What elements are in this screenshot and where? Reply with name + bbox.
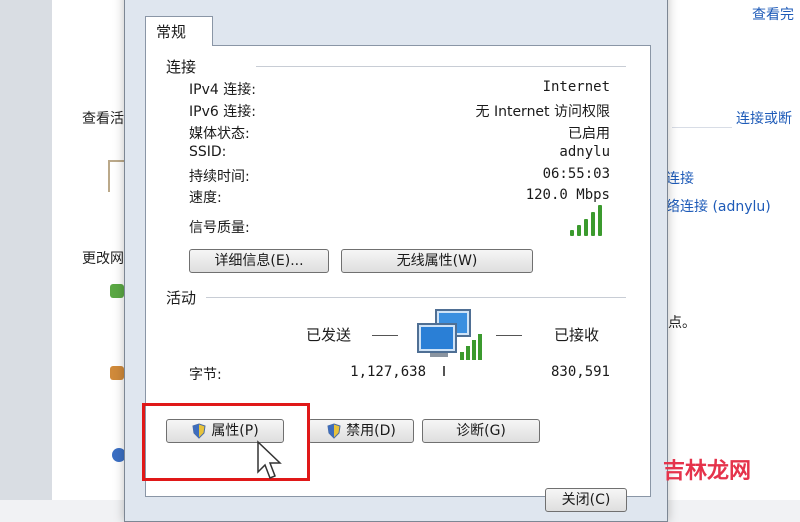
uac-shield-icon (327, 423, 341, 439)
change-settings-label: 更改网 (82, 251, 124, 267)
connection-group-title: 连接 (166, 58, 197, 76)
bytes-received-value: 830,591 (550, 364, 610, 380)
disable-label: 禁用(D) (346, 423, 396, 439)
received-dash (496, 335, 522, 336)
signal-quality-label: 信号质量: (189, 220, 250, 236)
signal-strength-icon (570, 204, 610, 236)
bytes-label: 字节: (189, 367, 222, 383)
description-text: 点。 (668, 315, 696, 331)
activity-group-line (206, 297, 626, 298)
wireless-properties-button[interactable]: 无线属性(W) (341, 249, 533, 273)
received-label: 已接收 (554, 326, 600, 344)
connect-disconnect-link[interactable]: 连接或断 (736, 108, 792, 128)
ipv6-label: IPv6 连接: (189, 104, 256, 120)
left-margin (0, 0, 52, 500)
ipv6-value: 无 Internet 访问权限 (475, 104, 611, 120)
media-state-value: 已启用 (568, 126, 610, 142)
watermark-part1: 吉林 (663, 459, 708, 484)
ssid-label: SSID: (189, 144, 227, 160)
duration-value: 06:55:03 (542, 166, 610, 182)
view-active-networks-label: 查看活 (82, 111, 124, 127)
ipv4-value: Internet (542, 79, 610, 95)
duration-label: 持续时间: (189, 169, 250, 185)
speed-value: 120.0 Mbps (525, 187, 610, 203)
disable-button[interactable]: 禁用(D) (308, 419, 414, 443)
close-button[interactable]: 关闭(C) (545, 488, 627, 512)
media-state-label: 媒体状态: (189, 126, 250, 142)
watermark-logo: 吉林龙网 (663, 453, 751, 485)
connection-link[interactable]: 连接 (666, 168, 694, 188)
activity-group-title: 活动 (166, 289, 197, 307)
ssid-value: adnylu (559, 144, 610, 160)
homegroup-icon (110, 366, 124, 380)
divider (672, 127, 732, 128)
bytes-sent-value: 1,127,638 (350, 364, 426, 380)
watermark-part2: 龙网 (707, 459, 752, 484)
details-button[interactable]: 详细信息(E)... (189, 249, 329, 273)
mouse-cursor-icon (257, 440, 282, 479)
sent-dash (372, 335, 398, 336)
speed-label: 速度: (189, 190, 222, 206)
computer-network-icon (416, 308, 496, 382)
view-complete-map-link[interactable]: 查看完 (752, 4, 794, 24)
ipv4-label: IPv4 连接: (189, 82, 256, 98)
tab-general[interactable]: 常规 (145, 16, 213, 46)
diagnose-button[interactable]: 诊断(G) (422, 419, 540, 443)
network-setup-icon (110, 284, 124, 298)
connection-group-line (256, 66, 626, 67)
sent-label: 已发送 (306, 326, 352, 344)
wireless-connection-link[interactable]: 络连接 (adnylu) (666, 196, 771, 216)
